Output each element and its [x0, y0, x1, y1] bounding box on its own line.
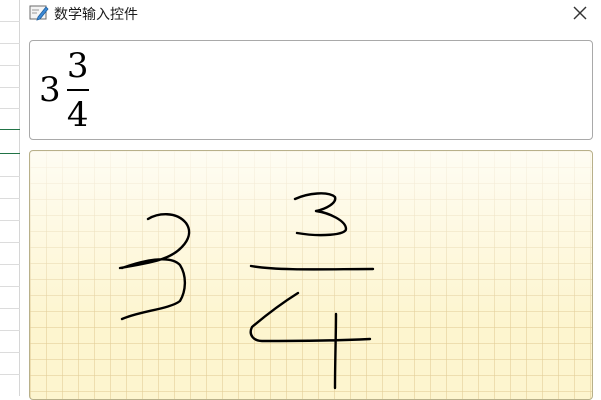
fraction: 3 4	[66, 45, 89, 135]
recognized-expression-preview[interactable]: 3 3 4	[29, 40, 593, 140]
handwriting-ink-area[interactable]	[29, 150, 593, 400]
whole-number: 3	[39, 70, 61, 110]
ink-stroke-numerator-3	[293, 192, 348, 237]
close-icon	[573, 6, 587, 20]
ink-stroke-denominator-4	[249, 291, 372, 390]
math-input-panel-icon	[29, 4, 49, 22]
window-title: 数学输入控件	[54, 7, 138, 23]
background-spreadsheet-strip	[0, 0, 20, 396]
mixed-number: 3 3 4	[39, 41, 89, 139]
fraction-denominator: 4	[66, 94, 89, 135]
math-input-panel-window: 数学输入控件 3 3 4	[21, 0, 601, 400]
close-button[interactable]	[567, 0, 593, 26]
title-bar[interactable]: 数学输入控件	[21, 0, 601, 28]
ink-stroke-whole-3	[118, 213, 191, 321]
fraction-bar	[66, 88, 89, 91]
handwritten-strokes	[118, 192, 375, 390]
fraction-numerator: 3	[66, 45, 89, 86]
ink-stroke-fraction-bar	[249, 264, 375, 271]
